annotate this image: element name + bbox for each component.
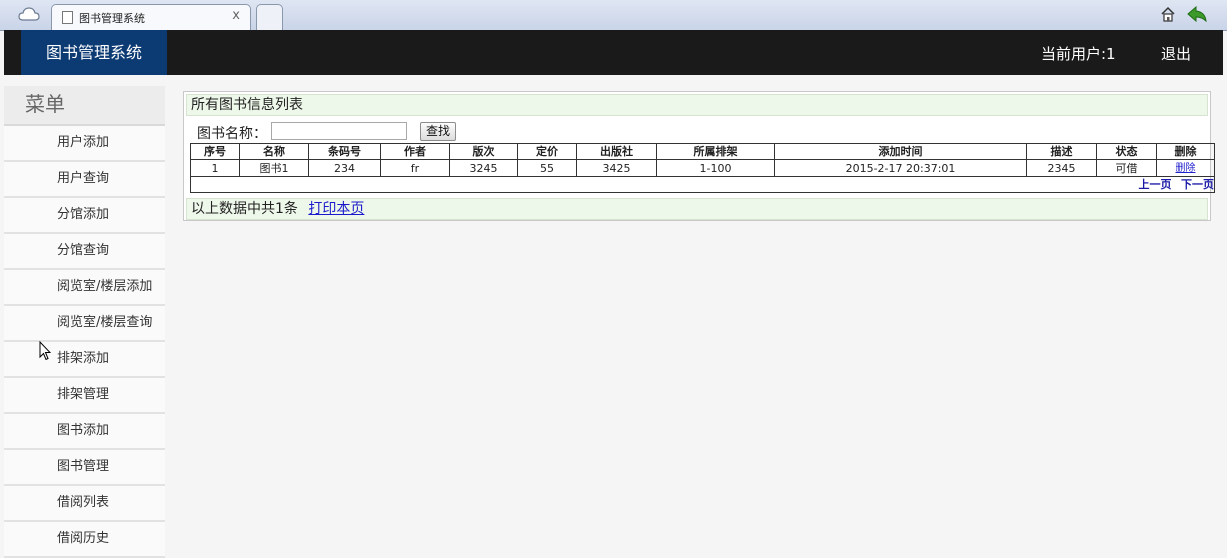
column-header: 描述 <box>1026 143 1097 160</box>
column-header: 添加时间 <box>774 143 1027 160</box>
sidebar-item-book-manage[interactable]: 图书管理 <box>4 450 165 486</box>
sidebar-item-shelf-add[interactable]: 排架添加 <box>4 342 165 378</box>
sidebar-item-branch-add[interactable]: 分馆添加 <box>4 198 165 234</box>
search-label: 图书名称： <box>197 126 267 142</box>
app-title[interactable]: 图书管理系统 <box>21 30 167 75</box>
next-page-link[interactable]: 下一页 <box>1181 178 1214 191</box>
column-header: 删除 <box>1156 143 1215 160</box>
panel-footer: 以上数据中共1条 打印本页 <box>186 198 1208 220</box>
print-page-link[interactable]: 打印本页 <box>308 201 364 217</box>
sidebar-item-borrow-history[interactable]: 借阅历史 <box>4 522 165 558</box>
browser-tab[interactable]: 图书管理系统 x <box>51 4 251 30</box>
sidebar-item-user-add[interactable]: 用户添加 <box>4 126 165 162</box>
table-cell: 1 <box>190 159 240 177</box>
back-arrow-icon[interactable] <box>1187 6 1207 22</box>
browser-tab-bar: 图书管理系统 x <box>0 0 1227 31</box>
tab-close-icon[interactable]: x <box>232 8 240 23</box>
table-cell: 234 <box>308 159 381 177</box>
table-cell: 1-100 <box>656 159 775 177</box>
table-cell: fr <box>380 159 450 177</box>
search-button[interactable]: 查找 <box>420 122 456 141</box>
table-cell: 图书1 <box>239 159 309 177</box>
column-header: 定价 <box>517 143 577 160</box>
mouse-cursor-icon <box>39 341 51 361</box>
sidebar-item-user-query[interactable]: 用户查询 <box>4 162 165 198</box>
logout-link[interactable]: 退出 <box>1161 43 1191 64</box>
book-name-input[interactable] <box>271 122 407 140</box>
book-table: 序号 名称 条码号 作者 版次 定价 出版社 所属排架 添加时间 描述 状态 删… <box>190 143 1215 193</box>
sidebar: 菜单 用户添加 用户查询 分馆添加 分馆查询 阅览室/楼层添加 阅览室/楼层查询… <box>4 86 165 558</box>
column-header: 序号 <box>190 143 240 160</box>
record-count-text: 以上数据中共1条 <box>191 201 298 217</box>
sidebar-item-shelf-manage[interactable]: 排架管理 <box>4 378 165 414</box>
new-tab-button[interactable] <box>256 4 283 30</box>
book-list-panel: 所有图书信息列表 图书名称： 查找 序号 名称 条码号 作者 版次 定价 出版社… <box>183 91 1215 221</box>
table-cell: 3245 <box>449 159 518 177</box>
table-cell: 2015-2-17 20:37:01 <box>774 159 1027 177</box>
sidebar-item-branch-query[interactable]: 分馆查询 <box>4 234 165 270</box>
sidebar-item-room-add[interactable]: 阅览室/楼层添加 <box>4 270 165 306</box>
column-header: 所属排架 <box>656 143 775 160</box>
tab-title: 图书管理系统 <box>79 12 145 25</box>
table-header-row: 序号 名称 条码号 作者 版次 定价 出版社 所属排架 添加时间 描述 状态 删… <box>190 143 1215 160</box>
table-cell: 删除 <box>1156 159 1215 177</box>
sidebar-item-room-query[interactable]: 阅览室/楼层查询 <box>4 306 165 342</box>
column-header: 作者 <box>380 143 450 160</box>
pager-cell: 上一页 下一页 <box>190 176 1215 193</box>
cloud-icon <box>18 7 40 21</box>
column-header: 条码号 <box>308 143 381 160</box>
sidebar-item-book-add[interactable]: 图书添加 <box>4 414 165 450</box>
prev-page-link[interactable]: 上一页 <box>1139 178 1172 191</box>
column-header: 版次 <box>449 143 518 160</box>
column-header: 状态 <box>1096 143 1157 160</box>
home-icon[interactable] <box>1160 6 1176 22</box>
page-icon <box>62 11 73 24</box>
column-header: 出版社 <box>576 143 657 160</box>
table-row: 1 图书1 234 fr 3245 55 3425 1-100 2015-2-1… <box>190 159 1215 177</box>
panel-title: 所有图书信息列表 <box>186 94 1208 116</box>
app-header: 图书管理系统 当前用户:1 退出 <box>4 30 1223 75</box>
delete-link[interactable]: 删除 <box>1176 163 1196 174</box>
current-user-label: 当前用户:1 <box>1041 45 1116 63</box>
pager-row: 上一页 下一页 <box>190 176 1215 193</box>
table-cell: 55 <box>517 159 577 177</box>
menu-title: 菜单 <box>4 86 165 126</box>
table-cell: 可借 <box>1096 159 1157 177</box>
table-cell: 2345 <box>1026 159 1097 177</box>
sidebar-item-borrow-list[interactable]: 借阅列表 <box>4 486 165 522</box>
table-cell: 3425 <box>576 159 657 177</box>
column-header: 名称 <box>239 143 309 160</box>
